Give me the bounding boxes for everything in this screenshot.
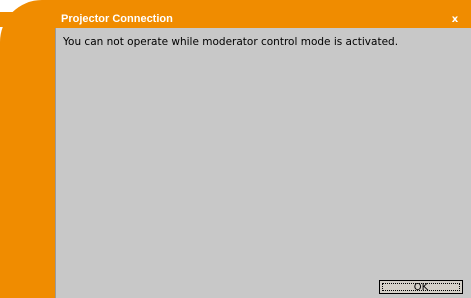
dialog-window: Projector Connection x You can not opera…	[0, 0, 471, 298]
close-icon[interactable]: x	[448, 12, 462, 27]
ok-button[interactable]: OK	[379, 280, 463, 294]
ok-button-label: OK	[413, 281, 429, 293]
window-title: Projector Connection	[61, 13, 173, 25]
message-text: You can not operate while moderator cont…	[63, 36, 399, 48]
content-panel: You can not operate while moderator cont…	[55, 28, 471, 298]
